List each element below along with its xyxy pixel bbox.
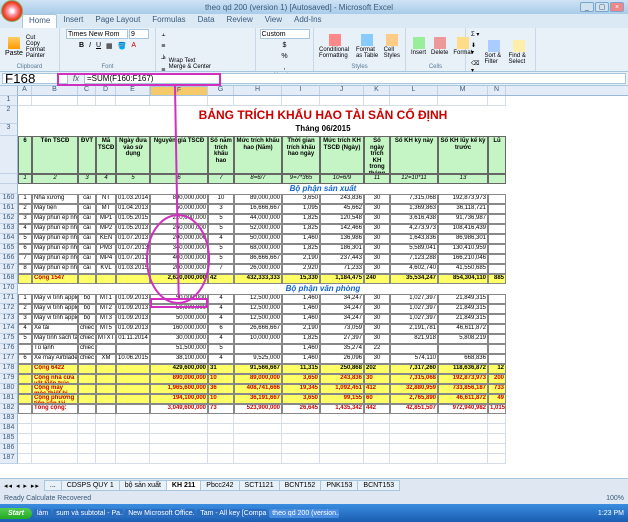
- sheet-tab[interactable]: SCT1121: [239, 480, 280, 491]
- tab-view[interactable]: View: [259, 14, 288, 28]
- col-G[interactable]: G: [208, 86, 234, 95]
- format-painter-button[interactable]: Format Painter: [26, 47, 56, 59]
- maximize-button[interactable]: ▢: [595, 2, 609, 12]
- col-B[interactable]: B: [32, 86, 78, 95]
- cond-format-button[interactable]: Conditional Formatting: [317, 32, 353, 61]
- font-label: Font: [63, 64, 152, 70]
- tab-nav-buttons[interactable]: ◂◂ ◂ ▸ ▸▸: [0, 482, 44, 490]
- insert-button[interactable]: Insert: [409, 35, 428, 58]
- fill-color-button[interactable]: 🪣: [116, 40, 129, 52]
- merge-button[interactable]: Merge & Center: [169, 64, 211, 70]
- sheet-tab-active[interactable]: KH 211: [166, 480, 201, 491]
- sheet-tabs: ◂◂ ◂ ▸ ▸▸ ... CDSPS QUY 1 bộ sản xuất KH…: [0, 478, 628, 492]
- percent-button[interactable]: %: [279, 51, 289, 62]
- tab-home[interactable]: Home: [22, 14, 57, 28]
- sheet-tab[interactable]: BCNT153: [357, 480, 400, 491]
- sheet-tab[interactable]: bộ sản xuất: [119, 480, 167, 491]
- zoom-level[interactable]: 100%: [606, 495, 624, 502]
- find-button[interactable]: Find & Select: [507, 38, 532, 67]
- tab-pagelayout[interactable]: Page Layout: [89, 14, 146, 28]
- close-button[interactable]: ×: [610, 2, 624, 12]
- taskbar: Start làm sum và subtotal - Pa... New Mi…: [0, 504, 628, 522]
- sheet-tab[interactable]: CDSPS QUY 1: [61, 480, 120, 491]
- sheet-tab[interactable]: Pbcc242: [200, 480, 239, 491]
- col-D[interactable]: D: [96, 86, 116, 95]
- align-bot[interactable]: ⫡: [159, 52, 168, 64]
- cells-label: Cells: [409, 64, 462, 70]
- sheet-tab[interactable]: PNK153: [320, 480, 358, 491]
- align-mid[interactable]: ≡: [159, 41, 168, 52]
- taskbar-item[interactable]: làm: [34, 509, 51, 518]
- tab-data[interactable]: Data: [192, 14, 221, 28]
- size-select[interactable]: [129, 29, 149, 39]
- align-top[interactable]: ⫠: [159, 29, 168, 41]
- window-title: theo qd 200 (version 1) [Autosaved] - Mi…: [18, 3, 580, 12]
- taskbar-item[interactable]: sum và subtotal - Pa...: [53, 509, 123, 518]
- ribbon: Paste Cut Copy Format Painter Clipboard …: [0, 28, 628, 72]
- font-select[interactable]: [66, 29, 128, 39]
- taskbar-item[interactable]: Tam - All key [Compa...: [197, 509, 267, 518]
- grid[interactable]: A B C D E F G H I J K L M N 12BẢNG TRÍCH…: [0, 86, 628, 478]
- col-J[interactable]: J: [320, 86, 364, 95]
- name-box[interactable]: [2, 73, 68, 84]
- delete-button[interactable]: Delete: [429, 35, 450, 58]
- format-table-button[interactable]: Format as Table: [354, 32, 381, 61]
- sheet-tab[interactable]: BCNT152: [279, 480, 322, 491]
- fx-button[interactable]: fx: [70, 74, 82, 83]
- col-C[interactable]: C: [78, 86, 96, 95]
- column-headers[interactable]: A B C D E F G H I J K L M N: [0, 86, 628, 96]
- col-M[interactable]: M: [438, 86, 488, 95]
- bold-button[interactable]: B: [77, 40, 86, 52]
- sheet-tab[interactable]: ...: [44, 480, 62, 491]
- number-format-select[interactable]: [260, 29, 310, 39]
- tab-addins[interactable]: Add-Ins: [288, 14, 328, 28]
- tab-insert[interactable]: Insert: [57, 14, 89, 28]
- titlebar: theo qd 200 (version 1) [Autosaved] - Mi…: [0, 0, 628, 14]
- col-I[interactable]: I: [282, 86, 320, 95]
- cell-styles-button[interactable]: Cell Styles: [382, 32, 402, 61]
- col-N[interactable]: N: [488, 86, 506, 95]
- col-E[interactable]: E: [116, 86, 150, 95]
- font-color-button[interactable]: A: [129, 40, 138, 52]
- autosum-button[interactable]: Σ ▾: [469, 29, 481, 40]
- status-bar: Ready Calculate Recovered 100%: [0, 492, 628, 504]
- col-K[interactable]: K: [364, 86, 390, 95]
- tab-review[interactable]: Review: [221, 14, 259, 28]
- italic-button[interactable]: I: [87, 40, 93, 52]
- status-left: Ready Calculate Recovered: [4, 495, 91, 502]
- office-button[interactable]: [1, 0, 23, 22]
- fill-button[interactable]: ⬇ ▾: [469, 40, 481, 58]
- start-button[interactable]: Start: [0, 508, 32, 519]
- tab-formulas[interactable]: Formulas: [146, 14, 191, 28]
- formula-bar: fx =SUM(F160:F167): [0, 72, 628, 86]
- comma-button[interactable]: ,: [279, 62, 289, 73]
- taskbar-item[interactable]: theo qd 200 (version...: [269, 509, 339, 518]
- col-F[interactable]: F: [150, 86, 208, 96]
- clipboard-label: Clipboard: [3, 64, 56, 70]
- underline-button[interactable]: U: [94, 40, 103, 52]
- currency-button[interactable]: $: [279, 40, 289, 51]
- system-tray[interactable]: 1:23 PM: [594, 510, 628, 517]
- col-H[interactable]: H: [234, 86, 282, 95]
- taskbar-item[interactable]: New Microsoft Office...: [125, 509, 195, 518]
- sort-button[interactable]: Sort & Filter: [482, 38, 505, 67]
- styles-label: Styles: [317, 64, 402, 70]
- minimize-button[interactable]: _: [580, 2, 594, 12]
- col-A[interactable]: A: [18, 86, 32, 95]
- formula-text: =SUM(F160:F167): [87, 74, 153, 83]
- border-button[interactable]: ▦: [104, 40, 115, 52]
- paste-button[interactable]: Paste: [3, 35, 25, 59]
- ribbon-tabs: Home Insert Page Layout Formulas Data Re…: [0, 14, 628, 28]
- col-L[interactable]: L: [390, 86, 438, 95]
- formula-input[interactable]: =SUM(F160:F167): [84, 73, 626, 84]
